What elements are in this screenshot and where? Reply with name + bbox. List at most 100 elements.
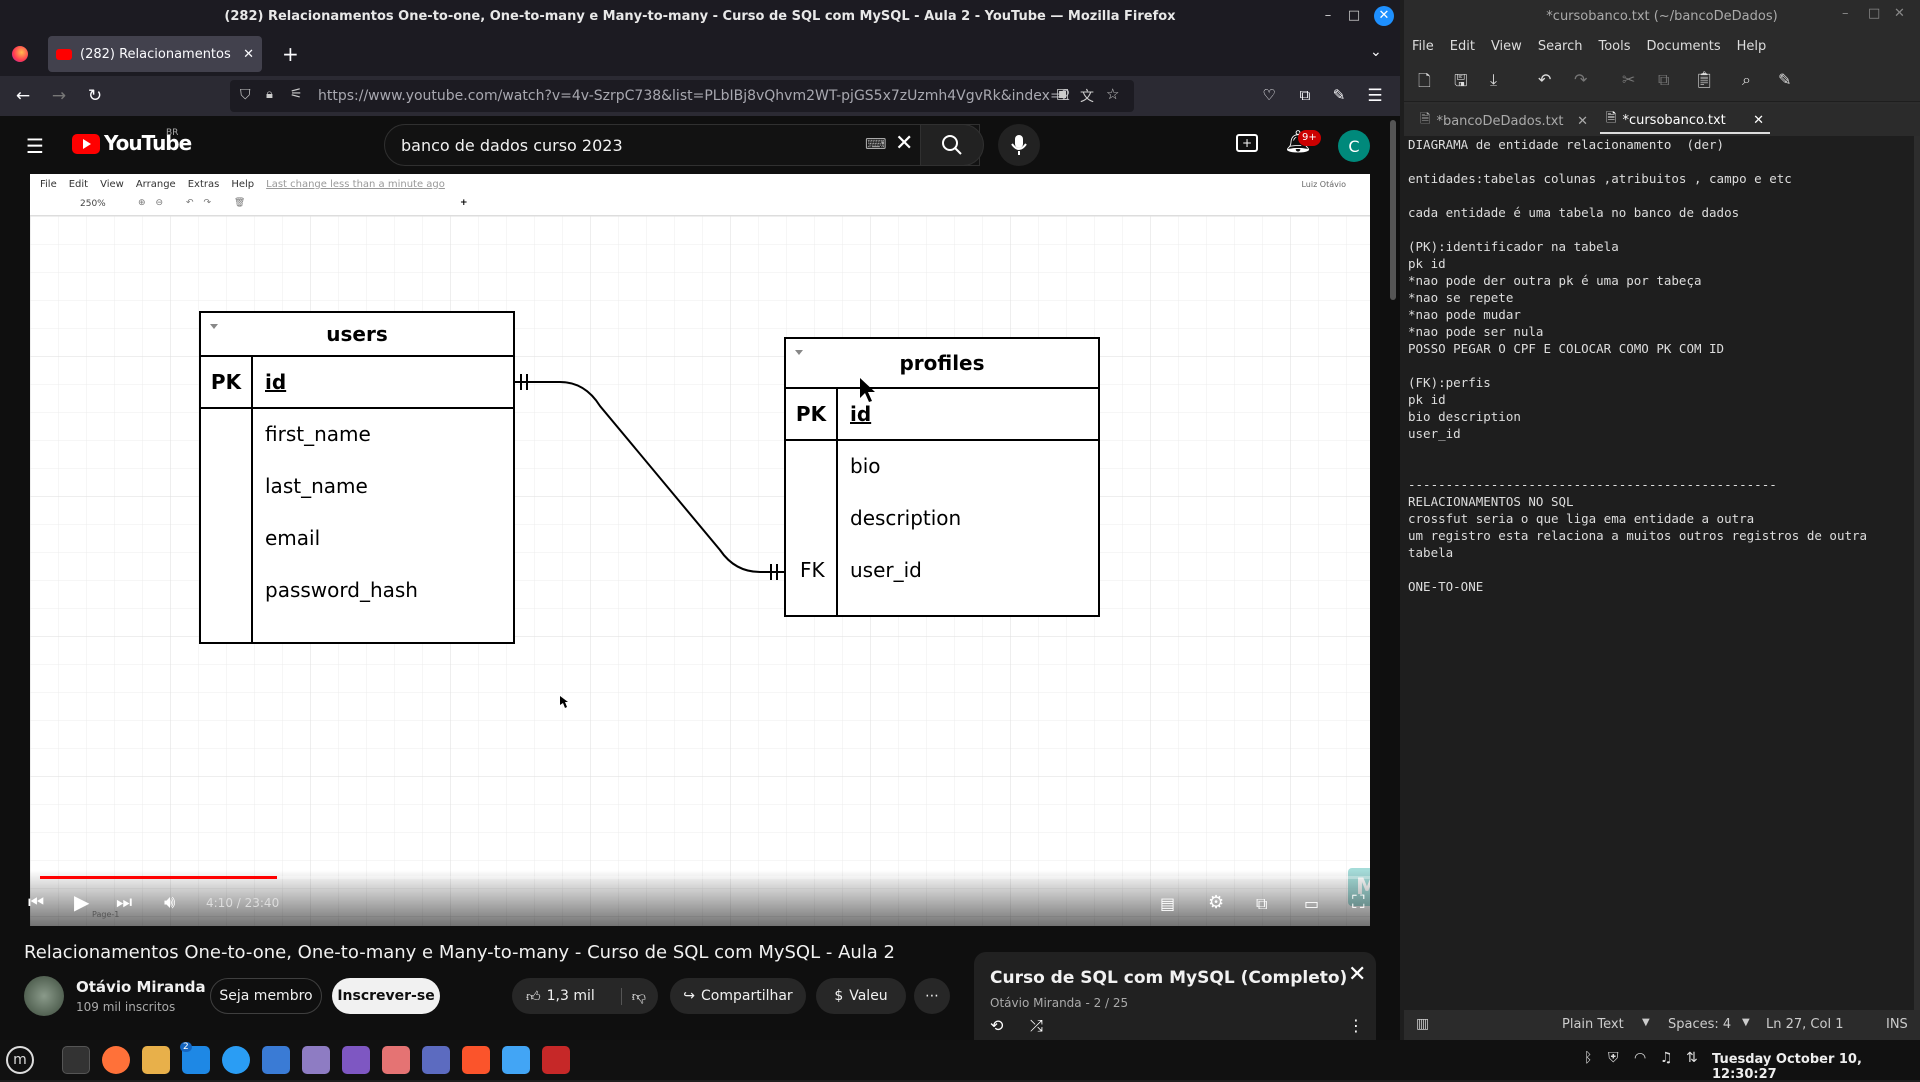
back-button[interactable]: ← xyxy=(12,86,34,106)
picture-icon[interactable]: ▣ xyxy=(1056,86,1069,102)
bluetooth-icon[interactable]: ᛒ xyxy=(1584,1050,1592,1066)
firewall-app-icon[interactable] xyxy=(542,1046,570,1074)
paste-icon[interactable]: 📋︎ xyxy=(1694,70,1714,89)
page-scrollbar[interactable] xyxy=(1390,120,1396,300)
search-button[interactable] xyxy=(920,124,984,166)
screenshot-app-icon[interactable] xyxy=(422,1046,450,1074)
youtube-logo-icon[interactable] xyxy=(72,134,100,154)
subscribe-button[interactable]: Inscrever-se xyxy=(332,978,440,1014)
search-input[interactable]: banco de dados curso 2023 ⌨ ✕ xyxy=(384,124,980,166)
find-icon[interactable]: ⌕ xyxy=(1742,70,1751,90)
firefox-app-icon[interactable] xyxy=(102,1046,130,1074)
lock-icon[interactable]: 🔒︎ xyxy=(266,87,273,102)
replace-icon[interactable]: ✎ xyxy=(1778,70,1791,89)
minimize-button[interactable]: – xyxy=(1320,8,1336,24)
close-tab-icon[interactable]: ✕ xyxy=(243,47,254,62)
terminal-app-icon[interactable] xyxy=(62,1046,90,1074)
browser-tab[interactable]: (282) Relacionamentos One ✕ xyxy=(48,36,262,72)
spaces-selector[interactable]: Spaces: 4 xyxy=(1668,1017,1731,1032)
side-panel-icon[interactable]: ▥ xyxy=(1416,1016,1429,1032)
account-avatar[interactable]: C xyxy=(1338,130,1370,162)
start-menu-icon[interactable]: m xyxy=(6,1046,34,1074)
volume-icon[interactable]: 🔊︎ xyxy=(164,892,175,913)
playlist-title[interactable]: Curso de SQL com MySQL (Completo) xyxy=(990,968,1347,988)
more-actions-button[interactable]: ⋯ xyxy=(914,978,950,1014)
redo-icon[interactable]: ↷ xyxy=(1574,70,1587,89)
brave-app-icon[interactable] xyxy=(462,1046,490,1074)
video-player[interactable]: File Edit View Arrange Extras Help Last … xyxy=(30,174,1370,926)
url-bar[interactable]: ⛉ 🔒︎ ⚟ https://www.youtube.com/watch?v=4… xyxy=(230,80,1134,112)
shuffle-icon[interactable]: ⤮ xyxy=(1030,1016,1043,1036)
gedit-menu-edit[interactable]: Edit xyxy=(1442,39,1483,54)
play-button[interactable]: ▶ xyxy=(74,890,89,914)
miniplayer-icon[interactable]: ⧉ xyxy=(1256,894,1267,914)
close-playlist-icon[interactable]: ✕ xyxy=(1348,962,1366,987)
wifi-icon[interactable]: ◠ xyxy=(1634,1050,1646,1066)
gedit-maximize-button[interactable]: □ xyxy=(1868,6,1880,21)
forward-button[interactable]: → xyxy=(48,86,70,106)
gedit-menu-view[interactable]: View xyxy=(1483,39,1530,54)
shield-icon[interactable]: ⛉ xyxy=(240,87,251,103)
gedit-menu-file[interactable]: File xyxy=(1404,39,1442,54)
new-tab-button[interactable]: + xyxy=(282,42,299,66)
keyboard-icon[interactable]: ⌨ xyxy=(865,135,887,153)
cut-icon[interactable]: ✂ xyxy=(1622,70,1635,89)
mail-app-icon[interactable] xyxy=(502,1046,530,1074)
firefox-menu-icon[interactable] xyxy=(12,46,28,62)
gedit-menu-documents[interactable]: Documents xyxy=(1639,39,1729,54)
games-app-icon[interactable] xyxy=(382,1046,410,1074)
fullscreen-icon[interactable]: ⛶ xyxy=(1352,892,1365,913)
voice-search-button[interactable] xyxy=(998,124,1040,166)
undo-icon[interactable]: ↶ xyxy=(1538,70,1551,89)
channel-name[interactable]: Otávio Miranda xyxy=(76,978,206,996)
gedit-close-button[interactable]: ✕ xyxy=(1894,6,1905,21)
clear-search-icon[interactable]: ✕ xyxy=(895,131,913,156)
hamburger-menu-icon[interactable]: ☰ xyxy=(26,134,44,158)
theater-mode-icon[interactable]: ▭ xyxy=(1304,894,1319,913)
gedit-text-area[interactable]: DIAGRAMA de entidade relacionamento (der… xyxy=(1404,136,1914,1016)
previous-button[interactable]: ⏮ xyxy=(28,892,44,913)
permissions-icon[interactable]: ⚟ xyxy=(290,86,303,102)
network-icon[interactable]: ⇅ xyxy=(1686,1050,1698,1066)
tasks-app-icon[interactable] xyxy=(262,1046,290,1074)
download-icon[interactable]: ⤓ xyxy=(1490,70,1497,90)
close-tab-icon[interactable]: ✕ xyxy=(1577,114,1588,129)
like-icon[interactable]: 👍︎ xyxy=(526,988,541,1005)
thanks-button[interactable]: $ Valeu xyxy=(816,978,906,1014)
app-menu-icon[interactable]: ☰ xyxy=(1364,86,1386,106)
gedit-menu-search[interactable]: Search xyxy=(1530,39,1591,54)
playlist-more-icon[interactable]: ⋮ xyxy=(1348,1016,1364,1035)
new-document-icon[interactable]: 🗋 xyxy=(1418,70,1431,97)
dislike-icon[interactable]: 👎︎ xyxy=(620,987,646,1005)
like-count[interactable]: 1,3 mil xyxy=(547,988,595,1004)
eyedropper-icon[interactable]: ✎ xyxy=(1328,86,1350,104)
gedit-menu-help[interactable]: Help xyxy=(1729,39,1775,54)
shield-tray-icon[interactable]: ⛨ xyxy=(1608,1050,1619,1066)
create-video-icon[interactable]: + xyxy=(1236,134,1258,152)
gedit-menu-tools[interactable]: Tools xyxy=(1590,39,1638,54)
close-tab-icon[interactable]: ✕ xyxy=(1753,113,1764,128)
bookmark-star-icon[interactable]: ☆ xyxy=(1106,85,1119,103)
subtitles-icon[interactable]: ▤ xyxy=(1160,894,1175,913)
reload-button[interactable]: ↻ xyxy=(84,86,106,106)
clock[interactable]: Tuesday October 10, 12:30:27 xyxy=(1712,1052,1920,1082)
pocket-icon[interactable]: ♡ xyxy=(1258,86,1280,104)
gedit-tab-bancodedados[interactable]: 🗎 *bancoDeDados.txt ✕ xyxy=(1414,108,1594,134)
maximize-button[interactable]: □ xyxy=(1346,8,1362,24)
close-window-button[interactable]: ✕ xyxy=(1374,6,1394,26)
obsidian-app-icon[interactable] xyxy=(302,1046,330,1074)
loop-icon[interactable]: ⟲ xyxy=(990,1016,1003,1035)
extensions-icon[interactable]: ⧉ xyxy=(1294,86,1316,104)
list-tabs-button[interactable]: ⌄ xyxy=(1370,44,1382,60)
notes-app-icon[interactable] xyxy=(342,1046,370,1074)
gedit-minimize-button[interactable]: – xyxy=(1842,6,1849,21)
share-button[interactable]: ↪ Compartilhar xyxy=(670,978,806,1014)
translate-icon[interactable]: 文 xyxy=(1080,86,1094,106)
settings-gear-icon[interactable]: ⚙ xyxy=(1208,892,1224,913)
save-icon[interactable]: 🖫 xyxy=(1454,70,1468,97)
language-selector[interactable]: Plain Text xyxy=(1562,1017,1624,1032)
join-button[interactable]: Seja membro xyxy=(210,978,322,1014)
files-app-icon[interactable] xyxy=(142,1046,170,1074)
browser-app-icon[interactable] xyxy=(222,1046,250,1074)
copy-icon[interactable]: ⧉ xyxy=(1658,70,1669,90)
